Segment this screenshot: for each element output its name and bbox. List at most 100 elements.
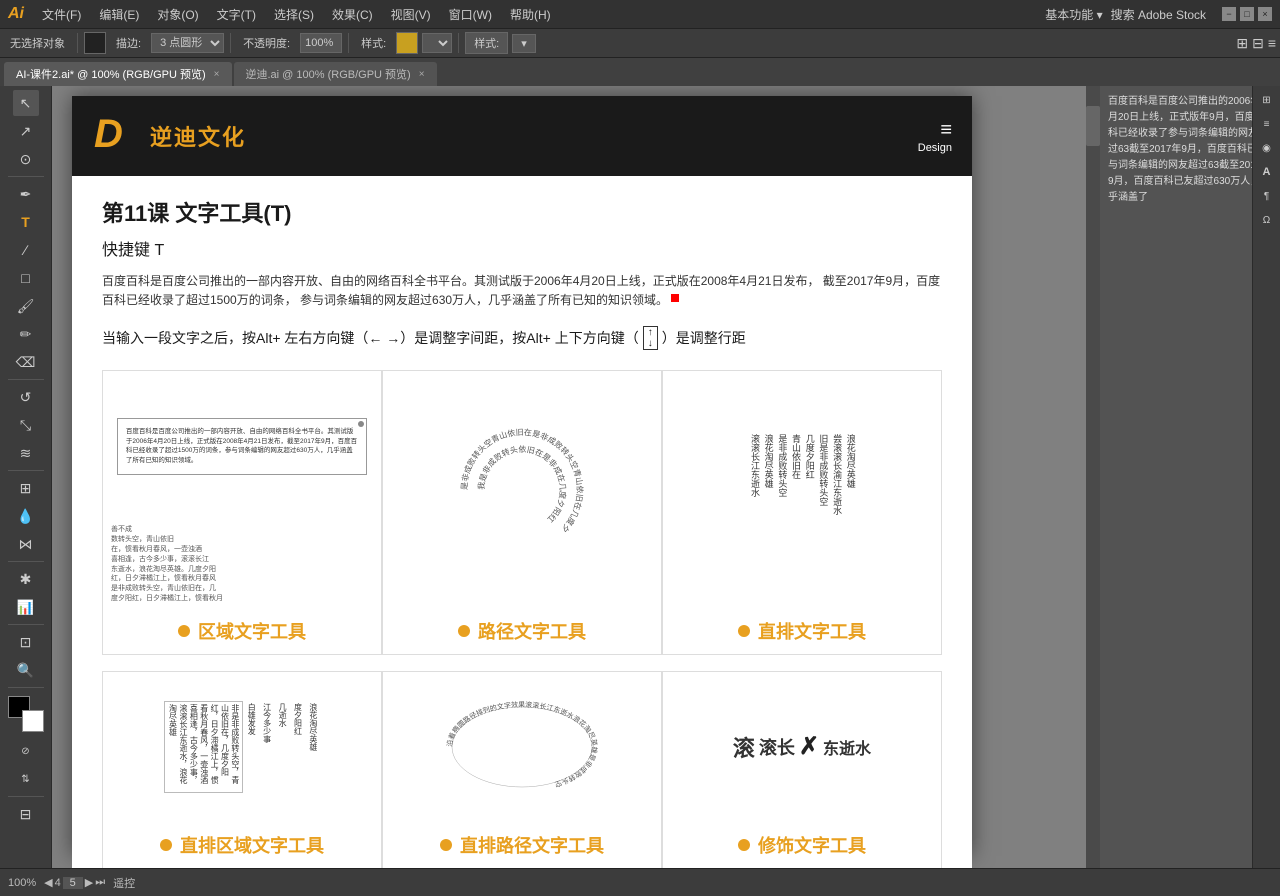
- vertical-path-dot: [440, 839, 452, 851]
- brand-icon: D: [92, 107, 142, 165]
- stroke-style-select[interactable]: 3 点圆形: [151, 33, 224, 53]
- stock-search[interactable]: 搜索 Adobe Stock: [1111, 6, 1206, 23]
- type-tool-button[interactable]: T: [13, 209, 39, 235]
- menu-select[interactable]: 选择(S): [266, 4, 322, 25]
- vertical-col-8: 浪花淘尽英雄: [844, 434, 856, 546]
- right-text-panel: ⊞ ≡ ◉ A ¶ Ω 百度百科是百度公司推出的2006年4月20日上线，正式版…: [1100, 86, 1280, 868]
- tab-nidi[interactable]: 逆迪.ai @ 100% (RGB/GPU 预览) ×: [234, 62, 437, 86]
- style-select[interactable]: ▾: [422, 33, 452, 53]
- direct-select-tool-button[interactable]: ↗: [13, 118, 39, 144]
- tool-separator-7: [8, 796, 44, 797]
- mini-tool-expand[interactable]: ⊞: [1257, 90, 1277, 110]
- vertical-area-label-row: 直排区域文字工具: [103, 822, 381, 868]
- zoom-controls: ◀ 4 5 ▶ ⏭: [44, 876, 105, 889]
- layout-toggle[interactable]: ⊟: [1252, 35, 1264, 52]
- area-text-demo-area: 百度百科是百度公司推出的一部内容开放、自由的网络百科全书平台。其测试版于2006…: [103, 371, 381, 521]
- background-color[interactable]: [22, 710, 44, 732]
- artboard-tool-button[interactable]: ⊡: [13, 629, 39, 655]
- next-page-button[interactable]: ▶: [85, 876, 93, 889]
- blend-tool-button[interactable]: ⋈: [13, 531, 39, 557]
- select-tool-button[interactable]: ↖: [13, 90, 39, 116]
- style-swatch[interactable]: [396, 32, 418, 54]
- status-bar: 100% ◀ 4 5 ▶ ⏭ 遥控: [0, 868, 1280, 896]
- mini-tool-circle[interactable]: ◉: [1257, 138, 1277, 158]
- document-settings-button[interactable]: 样式:: [465, 32, 508, 54]
- vertical-col-7: 尝滚滚长渝江东逝水: [830, 434, 842, 546]
- menu-edit[interactable]: 编辑(E): [91, 4, 147, 25]
- decoration-dot: [738, 839, 750, 851]
- rect-tool-button[interactable]: □: [13, 265, 39, 291]
- arrange-button[interactable]: ⊞: [1236, 35, 1248, 52]
- vertical-area-name: 直排区域文字工具: [180, 832, 324, 858]
- tab-ai-course-close[interactable]: ×: [214, 69, 220, 80]
- menu-window[interactable]: 窗口(W): [441, 4, 500, 25]
- window-controls: − □ ×: [1222, 7, 1272, 21]
- scrollbar-thumb-v[interactable]: [1086, 106, 1100, 146]
- close-button[interactable]: ×: [1258, 7, 1272, 21]
- tool-separator-6: [8, 687, 44, 688]
- menu-help[interactable]: 帮助(H): [502, 4, 559, 25]
- scale-tool-button[interactable]: ⤡: [13, 412, 39, 438]
- screen-mode-button[interactable]: ⊟: [13, 801, 39, 827]
- symbol-tool-button[interactable]: ✱: [13, 566, 39, 592]
- tools-grid-row1: 百度百科是百度公司推出的一部内容开放、自由的网络百科全书平台。其测试版于2006…: [102, 370, 942, 654]
- zoom-tool-button[interactable]: 🔍: [13, 657, 39, 683]
- maximize-button[interactable]: □: [1240, 7, 1254, 21]
- tab-ai-course[interactable]: AI-课件2.ai* @ 100% (RGB/GPU 预览) ×: [4, 62, 232, 86]
- mini-tool-collapse[interactable]: ≡: [1257, 114, 1277, 134]
- preferences-button[interactable]: ▾: [512, 34, 536, 53]
- paintbrush-tool-button[interactable]: 🖌: [13, 293, 39, 319]
- eyedropper-tool-button[interactable]: 💧: [13, 503, 39, 529]
- none-fill-button[interactable]: ⊘: [13, 738, 39, 764]
- workspace-selector[interactable]: 基本功能 ▾: [1045, 6, 1102, 23]
- menu-text[interactable]: 文字(T): [209, 4, 264, 25]
- properties-button[interactable]: ≡: [1268, 35, 1276, 52]
- stroke-color-swatch[interactable]: [84, 32, 106, 54]
- page-num-input[interactable]: 5: [63, 877, 83, 889]
- scrollbar-v[interactable]: [1086, 86, 1100, 868]
- gradient-tool-button[interactable]: ⊞: [13, 475, 39, 501]
- path-text-label-row: 路径文字工具: [383, 608, 661, 654]
- prev-page-button[interactable]: ◀: [44, 876, 52, 889]
- minimize-button[interactable]: −: [1222, 7, 1236, 21]
- last-page-button[interactable]: ⏭: [95, 876, 105, 889]
- column-chart-tool-button[interactable]: 📊: [13, 594, 39, 620]
- art-status: 遥控: [113, 875, 135, 891]
- vertical-area-text3: 江今多少事: [259, 701, 273, 793]
- mini-tool-para[interactable]: ¶: [1257, 186, 1277, 206]
- menu-file[interactable]: 文件(F): [34, 4, 89, 25]
- svg-text:沿着椭圆路径排列的文字效果滚滚长江东逝水浪花淘尽英雄是非成败: 沿着椭圆路径排列的文字效果滚滚长江东逝水浪花淘尽英雄是非成败转头空: [445, 700, 599, 789]
- pencil-tool-button[interactable]: ✏: [13, 321, 39, 347]
- line-tool-button[interactable]: ∕: [13, 237, 39, 263]
- vertical-area-demo-inner: 非是非成败转头空，青山依旧在，几度夕阳红，日夕滞橘江上，惯看秋月春风，一壶浊酒喜…: [160, 697, 324, 797]
- menu-object[interactable]: 对象(O): [149, 4, 206, 25]
- toolbar-divider-3: [348, 33, 349, 53]
- decoration-text-section: 滚 滚长 ✗ 东逝水 修饰文字工具: [662, 671, 942, 868]
- right-mini-toolbar: ⊞ ≡ ◉ A ¶ Ω: [1252, 86, 1280, 868]
- opacity-input[interactable]: [300, 33, 342, 53]
- color-box[interactable]: [8, 696, 44, 732]
- pen-tool-button[interactable]: ✒: [13, 181, 39, 207]
- stroke-label: 描边:: [110, 33, 147, 53]
- canvas-area[interactable]: D 逆迪文化 ≡ Design 第11课 文字工具(T) 快捷键 T 百度百科是…: [52, 86, 1100, 868]
- mini-tool-a[interactable]: A: [1257, 162, 1277, 182]
- tool-separator-5: [8, 624, 44, 625]
- menu-effect[interactable]: 效果(C): [324, 4, 381, 25]
- vertical-text-name: 直排文字工具: [758, 618, 866, 644]
- tab-nidi-close[interactable]: ×: [419, 69, 425, 80]
- rotate-tool-button[interactable]: ↺: [13, 384, 39, 410]
- vertical-col-1: 滚滚长江东逝水: [748, 434, 760, 546]
- warp-tool-button[interactable]: ≋: [13, 440, 39, 466]
- mini-tool-omega[interactable]: Ω: [1257, 210, 1277, 230]
- swap-colors-button[interactable]: ⇅: [13, 766, 39, 792]
- document-header: D 逆迪文化 ≡ Design: [72, 96, 972, 176]
- hamburger-menu-icon[interactable]: ≡ Design: [918, 119, 952, 154]
- brand-logo: D 逆迪文化: [92, 107, 246, 165]
- zoom-level[interactable]: 100%: [8, 877, 36, 889]
- vertical-path-label-row: 直排路径文字工具: [383, 822, 661, 868]
- menu-view[interactable]: 视图(V): [383, 4, 439, 25]
- deco-char-1: 滚: [733, 731, 755, 763]
- lasso-tool-button[interactable]: ⊙: [13, 146, 39, 172]
- eraser-tool-button[interactable]: ⌫: [13, 349, 39, 375]
- vertical-area-dot: [160, 839, 172, 851]
